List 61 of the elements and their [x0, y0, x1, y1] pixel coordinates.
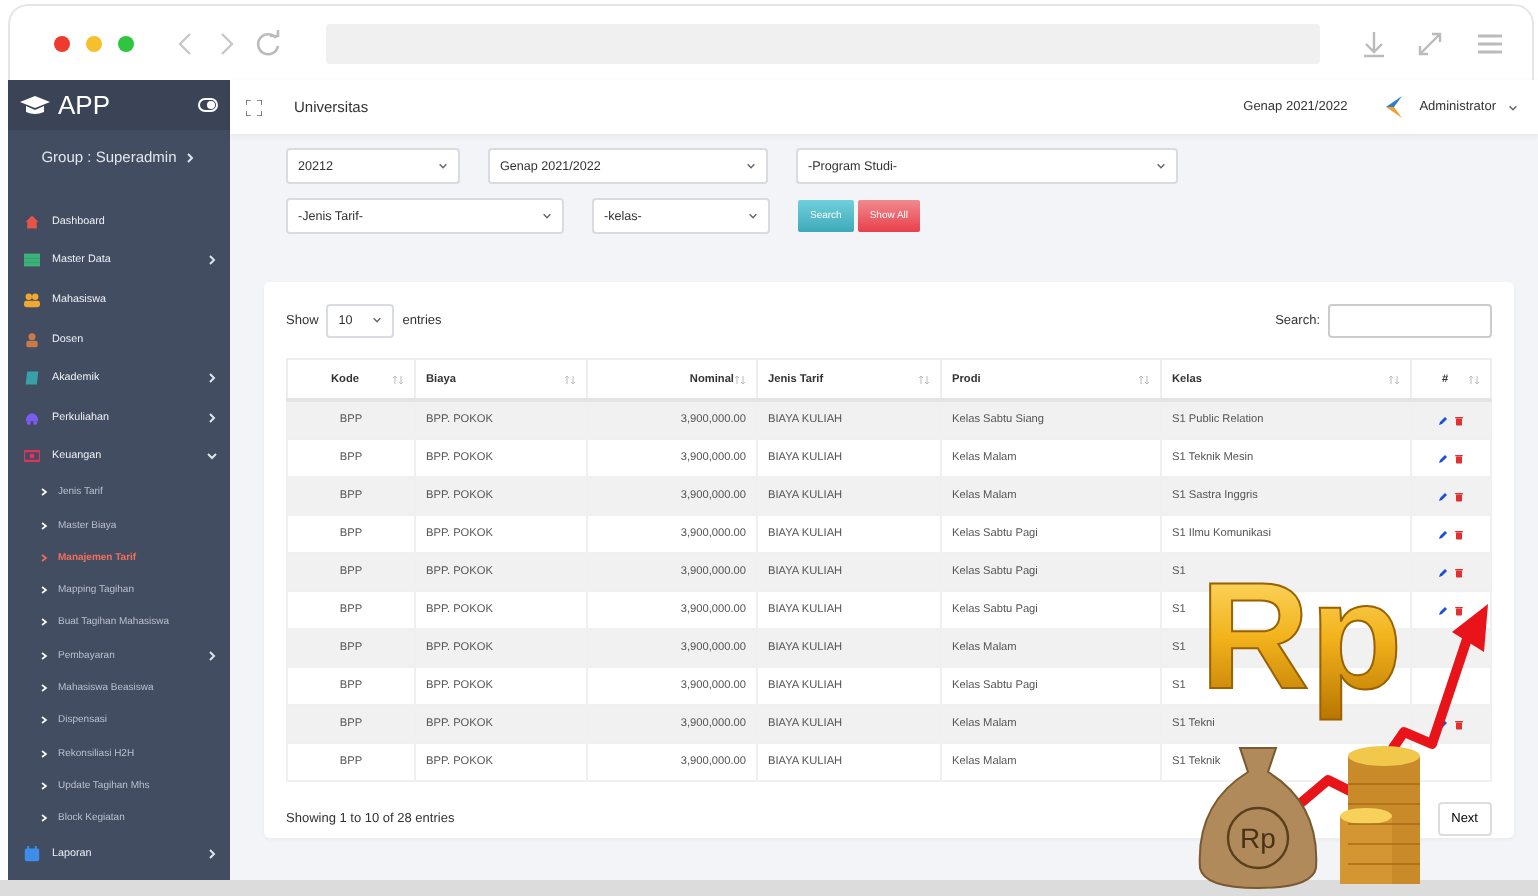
chevron-icon [40, 618, 48, 627]
delete-icon[interactable] [1454, 529, 1464, 539]
car-icon [24, 409, 40, 426]
chevron-icon [206, 254, 218, 267]
chevron-icon [40, 814, 48, 823]
chevron-icon [206, 372, 218, 385]
delete-icon[interactable] [1454, 567, 1464, 577]
sort-icon[interactable] [1468, 373, 1480, 385]
chevron-icon [206, 411, 218, 424]
chevron-icon [40, 488, 48, 497]
book-icon [24, 370, 40, 387]
delete-icon[interactable] [1454, 453, 1464, 463]
caret-icon [748, 212, 758, 220]
chevron-icon [40, 521, 48, 530]
users-icon [24, 291, 40, 308]
search-field[interactable] [1328, 303, 1492, 337]
logo-icon [1383, 96, 1404, 118]
fullscreen-icon[interactable] [246, 99, 262, 115]
sort-icon[interactable] [1388, 373, 1400, 385]
caret-icon [746, 162, 756, 170]
maximize-dot[interactable] [118, 35, 134, 51]
sort-icon[interactable] [918, 373, 930, 385]
table-icon [24, 252, 40, 269]
sort-icon[interactable] [392, 373, 404, 385]
chevron-icon [206, 848, 218, 861]
delete-icon[interactable] [1454, 415, 1464, 425]
toggle-icon[interactable] [198, 98, 218, 112]
person-icon [24, 331, 40, 348]
chevron-icon [184, 151, 197, 163]
chevron-icon [40, 553, 48, 562]
chevron-icon [206, 649, 218, 662]
money-icon [24, 448, 40, 465]
reload-icon[interactable] [254, 29, 282, 57]
calendar-icon [24, 846, 40, 863]
app-name: APP [58, 90, 113, 120]
sort-icon[interactable] [564, 373, 576, 385]
sort-icon[interactable] [1138, 373, 1150, 385]
caret-icon [1508, 103, 1518, 111]
chevron-icon [40, 651, 48, 660]
chevron-icon [40, 749, 48, 758]
caret-icon [438, 162, 448, 170]
home-icon [24, 213, 40, 230]
caret-icon [372, 316, 383, 324]
delete-icon[interactable] [1454, 491, 1464, 501]
chevron-icon [206, 450, 218, 463]
download-icon[interactable] [1360, 29, 1388, 57]
chevron-icon [40, 781, 48, 790]
bag-label: Rp [1240, 822, 1276, 854]
chevron-icon [40, 586, 48, 595]
delete-icon[interactable] [1454, 605, 1464, 615]
chevron-icon [40, 716, 48, 725]
sort-icon[interactable] [734, 373, 746, 385]
delete-icon[interactable] [1454, 719, 1464, 729]
caret-icon [542, 212, 552, 220]
caret-icon [1156, 162, 1166, 170]
chevron-icon [40, 684, 48, 693]
minimize-dot[interactable] [86, 35, 102, 51]
expand-icon[interactable] [1416, 29, 1444, 57]
close-dot[interactable] [54, 35, 70, 51]
graduation-cap-icon [20, 95, 50, 115]
menu-icon[interactable] [1476, 29, 1504, 57]
